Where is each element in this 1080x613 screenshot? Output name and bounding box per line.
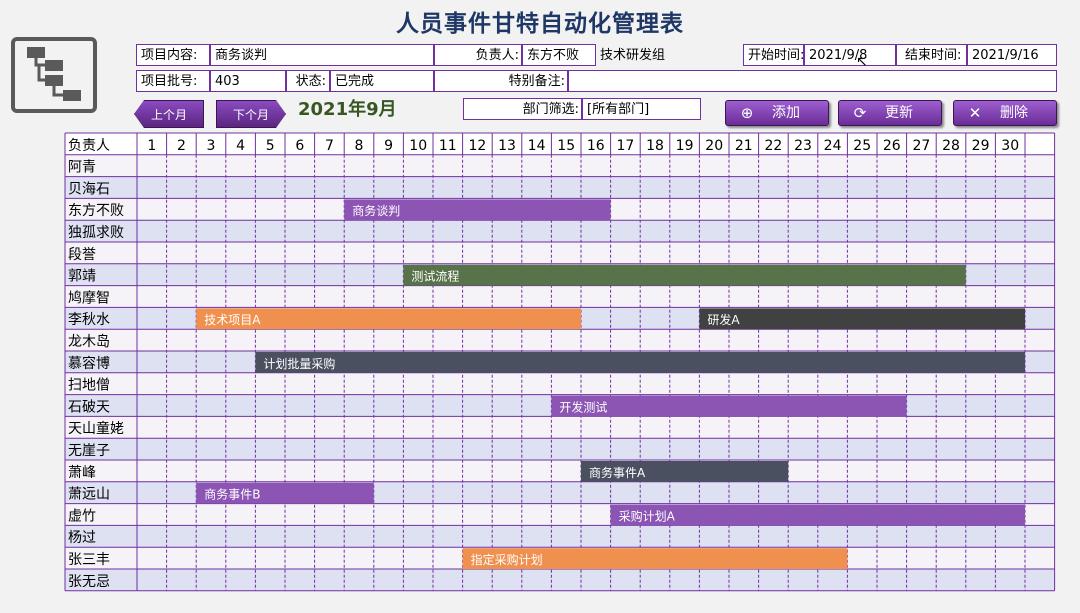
person-name: 贝海石 bbox=[68, 181, 110, 197]
person-name: 萧远山 bbox=[68, 487, 110, 503]
task-bar-label: 计划批量采购 bbox=[263, 356, 335, 371]
day-header: 10 bbox=[409, 138, 427, 154]
day-header: 2 bbox=[177, 138, 186, 154]
day-header: 25 bbox=[853, 138, 871, 154]
task-bar bbox=[699, 308, 1025, 330]
day-header: 30 bbox=[1001, 138, 1019, 154]
person-name: 东方不败 bbox=[68, 203, 124, 219]
person-name: 慕容博 bbox=[68, 355, 110, 372]
task-bar-label: 指定采购计划 bbox=[471, 552, 543, 567]
person-name: 郭靖 bbox=[68, 268, 96, 285]
day-header: 28 bbox=[942, 138, 960, 154]
mouse-pointer-icon: ↖ bbox=[856, 54, 868, 70]
task-bar-label: 技术项目A bbox=[204, 313, 261, 327]
task-bar-label: 商务事件B bbox=[204, 487, 260, 502]
day-header: 24 bbox=[824, 138, 842, 154]
day-header: 6 bbox=[295, 138, 304, 154]
owner-column-header: 负责人 bbox=[68, 138, 110, 154]
person-name: 独孤求败 bbox=[68, 225, 124, 241]
person-name: 段誉 bbox=[68, 247, 96, 263]
day-header: 20 bbox=[705, 138, 723, 154]
day-header: 18 bbox=[646, 138, 664, 154]
task-bar-label: 研发A bbox=[707, 312, 740, 327]
day-header: 3 bbox=[207, 138, 216, 154]
day-header: 16 bbox=[587, 138, 605, 154]
day-header: 4 bbox=[236, 138, 245, 154]
person-name: 张无忌 bbox=[68, 574, 110, 590]
task-bar-label: 商务事件A bbox=[589, 465, 646, 480]
task-bar-label: 采购计划A bbox=[619, 508, 676, 523]
gantt-grid: 负责人 1 2 3 4 5 6 7 8 9 10 11 12 13 14 15 16 17 18 19 20 21 22 23… bbox=[64, 132, 1056, 592]
day-header: 21 bbox=[735, 138, 753, 154]
day-header: 27 bbox=[912, 138, 930, 154]
day-header: 7 bbox=[325, 138, 334, 154]
day-header: 12 bbox=[468, 138, 486, 154]
person-name: 杨过 bbox=[68, 530, 96, 546]
task-bar-label: 开发测试 bbox=[559, 399, 607, 414]
person-name: 虚竹 bbox=[68, 508, 96, 524]
person-name: 天山童姥 bbox=[68, 420, 124, 437]
task-bar-label: 测试流程 bbox=[411, 269, 459, 284]
day-header: 26 bbox=[883, 138, 901, 154]
day-header: 11 bbox=[439, 138, 457, 154]
day-header: 19 bbox=[676, 138, 694, 154]
person-name: 鸠摩智 bbox=[68, 289, 110, 306]
task-bar bbox=[403, 264, 966, 286]
person-name: 萧峰 bbox=[68, 465, 96, 481]
day-header: 29 bbox=[972, 138, 990, 154]
day-header: 8 bbox=[355, 138, 364, 154]
day-header: 13 bbox=[498, 138, 516, 154]
day-header: 17 bbox=[616, 138, 634, 154]
person-name: 龙木岛 bbox=[68, 334, 110, 350]
day-header: 23 bbox=[794, 138, 812, 154]
person-name: 石破天 bbox=[68, 399, 110, 415]
person-name: 扫地僧 bbox=[68, 378, 110, 394]
task-bar bbox=[255, 352, 1025, 373]
day-header: 5 bbox=[266, 138, 275, 154]
day-header: 1 bbox=[147, 138, 156, 154]
day-header: 15 bbox=[557, 138, 575, 154]
person-name: 张三丰 bbox=[68, 552, 110, 568]
day-header: 22 bbox=[764, 138, 782, 154]
person-name: 阿青 bbox=[68, 160, 96, 176]
person-name: 无崖子 bbox=[68, 443, 110, 459]
task-bar-label: 商务谈判 bbox=[352, 203, 400, 218]
person-name: 李秋水 bbox=[68, 312, 110, 328]
day-header: 9 bbox=[384, 138, 393, 154]
day-header: 14 bbox=[528, 138, 546, 154]
